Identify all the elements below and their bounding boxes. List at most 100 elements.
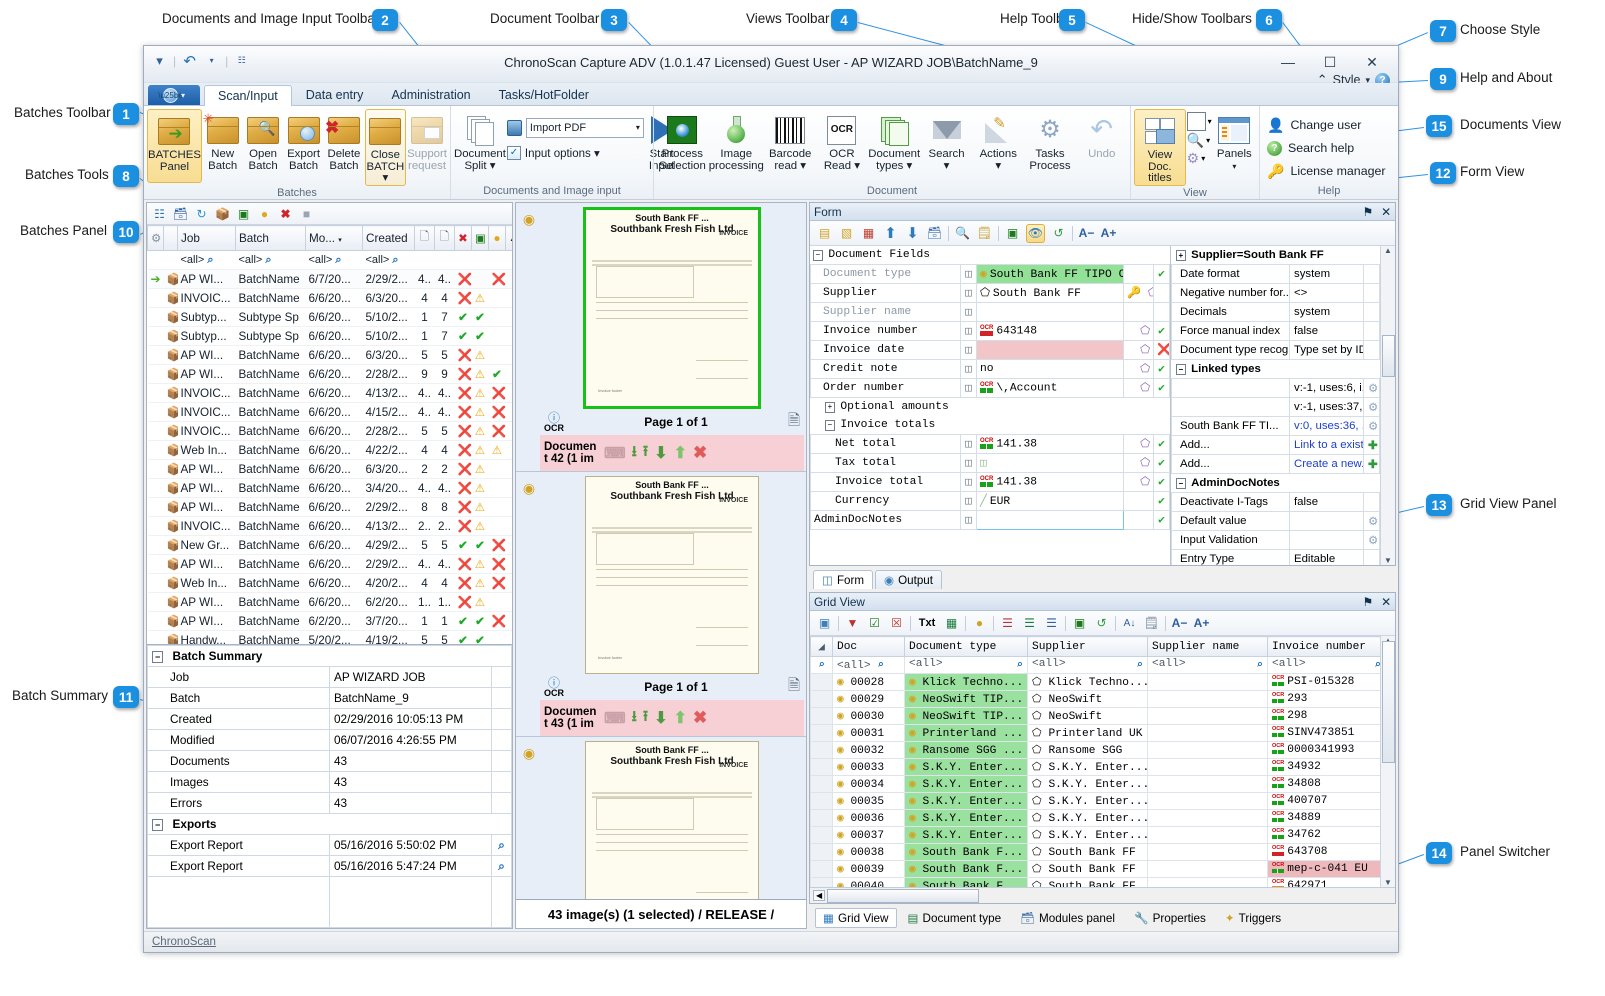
property-value[interactable]: Create a new...	[1290, 455, 1364, 474]
batches-row[interactable]: 📦AP WI...BatchName6/6/20...6/2/20...1..1…	[148, 593, 513, 612]
report2-icon[interactable]: ☰	[1021, 615, 1038, 632]
document-item[interactable]: ◉South Bank FF ...Southbank Fresh Fish L…	[516, 472, 806, 737]
grid-row-indicator[interactable]	[811, 725, 833, 742]
batches-row[interactable]: 📦AP WI...BatchName6/6/20...2/28/2...99❌⚠…	[148, 365, 513, 384]
form-field-actions[interactable]: ⬠	[1123, 473, 1153, 492]
property-row[interactable]: Negative number for...<>	[1172, 284, 1380, 303]
grid-cell-supplier[interactable]: ⬠ S.K.Y. Enter...	[1028, 776, 1148, 793]
batches-row[interactable]: 📦AP WI...BatchName6/2/20...3/7/20...11✔✔…	[148, 612, 513, 631]
undo-button[interactable]: ↶ Undo	[1076, 109, 1127, 181]
batches-col-images[interactable]: 🗋	[435, 226, 455, 251]
grid-cell-document-type[interactable]: ◉ NeoSwift TIP...	[905, 708, 1028, 725]
property-row[interactable]: Entry TypeEditable	[1172, 550, 1380, 566]
form-fields-table-wrap[interactable]: −Document FieldsDocument type◫◉South Ban…	[810, 246, 1171, 565]
grid-cell-invoice-number[interactable]: OCR400707	[1268, 793, 1381, 810]
scroll-thumb[interactable]	[1382, 641, 1395, 763]
refresh-field-icon[interactable]: ↺	[1050, 225, 1067, 242]
refresh-icon[interactable]: ↺	[1093, 615, 1110, 632]
tag-icon[interactable]: ⬠	[1140, 364, 1150, 376]
batches-scroll-up[interactable]: ▲	[506, 226, 513, 251]
grid-cell-invoice-number[interactable]: OCR0000341993	[1268, 742, 1381, 759]
move-down-icon[interactable]: ⬇	[654, 443, 667, 463]
properties-group-admin[interactable]: −AdminDocNotes	[1172, 474, 1380, 493]
delete-icon[interactable]: ✖	[278, 206, 293, 221]
search-icon[interactable]: ⌕	[207, 254, 213, 266]
document-item[interactable]: ◉South Bank FF ...Southbank Fresh Fish L…	[516, 203, 806, 472]
scroll-down-icon[interactable]: ▼	[1384, 556, 1392, 565]
grid-cell-supplier[interactable]: ⬠ Klick Techno...	[1028, 674, 1148, 691]
property-value[interactable]: system	[1290, 265, 1364, 284]
close-icon[interactable]: ✕	[1381, 595, 1391, 609]
delete-document-icon[interactable]: ✖	[693, 443, 707, 463]
property-action[interactable]	[1363, 322, 1379, 341]
key-icon[interactable]: 🔑	[1127, 288, 1141, 300]
grid-row-indicator[interactable]	[811, 708, 833, 725]
property-action[interactable]: ⚙	[1363, 417, 1379, 436]
grid-horizontal-scrollbar[interactable]: ◀	[810, 887, 1395, 903]
eye-icon[interactable]: 👁	[1026, 224, 1045, 243]
form-field-value[interactable]: OCR141.38	[977, 473, 1124, 492]
expander-icon[interactable]: −	[813, 250, 824, 261]
batches-settings-header[interactable]: ⚙	[148, 226, 164, 251]
tag-icon[interactable]: ⬠	[1148, 288, 1154, 300]
application-menu-button[interactable]: \u25be ▾	[148, 85, 200, 105]
batches-row[interactable]: 📦INVOIC...BatchName6/6/20...4/13/2...4..…	[148, 384, 513, 403]
form-field-actions[interactable]	[1123, 265, 1153, 284]
batches-filter-row[interactable]: <all> ⌕ <all> ⌕ <all> ⌕ <all> ⌕	[148, 251, 513, 270]
batches-grid[interactable]: ⚙ Job Batch Mo... ▾ Created 🗋 🗋 ✖ ▣ ● ▲	[147, 225, 512, 644]
form-field-value[interactable]: ╱EUR	[977, 492, 1124, 511]
move-up-icon[interactable]: ⬆	[882, 225, 899, 242]
search-icon[interactable]: ⌕	[877, 660, 884, 672]
grid-cell-document-type[interactable]: ◉ South Bank F...	[905, 861, 1028, 878]
switcher-tab-document-type[interactable]: ▤ Document type	[900, 908, 1010, 928]
form-field-value[interactable]: no	[977, 360, 1124, 379]
grid-cell-invoice-number[interactable]: OCR293	[1268, 691, 1381, 708]
tab-administration[interactable]: Administration	[377, 84, 484, 105]
search-icon[interactable]: ⌕	[1016, 658, 1023, 672]
form-field-actions[interactable]: ⬠	[1123, 379, 1153, 398]
tab-tasks-hotfolder[interactable]: Tasks/HotFolder	[485, 84, 603, 105]
batches-row[interactable]: 📦AP WI...BatchName6/6/20...2/29/2...4..4…	[148, 555, 513, 574]
form-field-type-icon[interactable]: ◫	[961, 492, 977, 511]
field-tree-icon[interactable]: ▧	[838, 225, 855, 242]
form-group-header[interactable]: −Document Fields	[811, 246, 1170, 265]
expander-icon[interactable]: −	[1176, 478, 1187, 489]
form-field-row[interactable]: Document type◫◉South Bank FF TIPO CC6A9✔	[811, 265, 1170, 284]
grid-cell-supplier-name[interactable]	[1148, 742, 1268, 759]
batches-row[interactable]: 📦AP WI...BatchName6/6/20...3/4/20...4..4…	[148, 479, 513, 498]
grid-row[interactable]: ◉ 00039◉ South Bank F...⬠ South Bank FFO…	[811, 861, 1381, 878]
property-action[interactable]	[1363, 550, 1379, 566]
add-icon[interactable]: ✚	[1368, 440, 1378, 452]
property-row[interactable]: v:-1, uses:37,...⚙	[1172, 398, 1380, 417]
scroll-thumb[interactable]	[1382, 335, 1395, 377]
form-field-value[interactable]: OCR141.38	[977, 435, 1124, 454]
grid-col-supplier-name[interactable]: Supplier name	[1148, 637, 1268, 657]
scroll-down-icon[interactable]: ▼	[1384, 878, 1392, 887]
property-row[interactable]: Force manual indexfalse	[1172, 322, 1380, 341]
grid-row-indicator[interactable]	[811, 844, 833, 861]
grid-cell-invoice-number[interactable]: OCR643708	[1268, 844, 1381, 861]
move-up-icon[interactable]: ⬆	[674, 708, 687, 728]
grid-refresh-icon[interactable]: ▣	[816, 615, 833, 632]
grid-col-invoice-number[interactable]: Invoice number	[1268, 637, 1381, 657]
grid-cell-supplier-name[interactable]	[1148, 674, 1268, 691]
search-icon[interactable]: ⌕	[335, 254, 341, 266]
filter-batch[interactable]: <all> ⌕	[236, 251, 306, 270]
form-field-actions[interactable]: ⬠	[1123, 454, 1153, 473]
grid-cell-supplier[interactable]: ⬠ NeoSwift	[1028, 708, 1148, 725]
properties-group-linked[interactable]: −Linked types	[1172, 360, 1380, 379]
tasks-process-button[interactable]: ⚙ Tasks Process	[1025, 109, 1076, 181]
move-down-icon[interactable]: ⬇	[904, 225, 921, 242]
grid-row-indicator[interactable]	[811, 759, 833, 776]
property-value[interactable]: Editable	[1290, 550, 1364, 566]
form-field-actions[interactable]: ⬠	[1123, 341, 1153, 360]
chevron-down-icon[interactable]: ▾	[1201, 154, 1205, 163]
grid-cell-supplier[interactable]: ⬠ S.K.Y. Enter...	[1028, 810, 1148, 827]
scroll-thumb[interactable]	[827, 889, 979, 903]
form-field-value[interactable]: ◉South Bank FF TIPO CC6A9	[977, 265, 1124, 284]
batches-row[interactable]: 📦Web In...BatchName6/6/20...4/22/2...44❌…	[148, 441, 513, 460]
pin-icon[interactable]: ⚑	[1363, 205, 1374, 219]
form-field-value[interactable]	[977, 303, 1124, 322]
property-value[interactable]: false	[1290, 493, 1364, 512]
font-minus-icon[interactable]: A−	[1171, 615, 1188, 632]
